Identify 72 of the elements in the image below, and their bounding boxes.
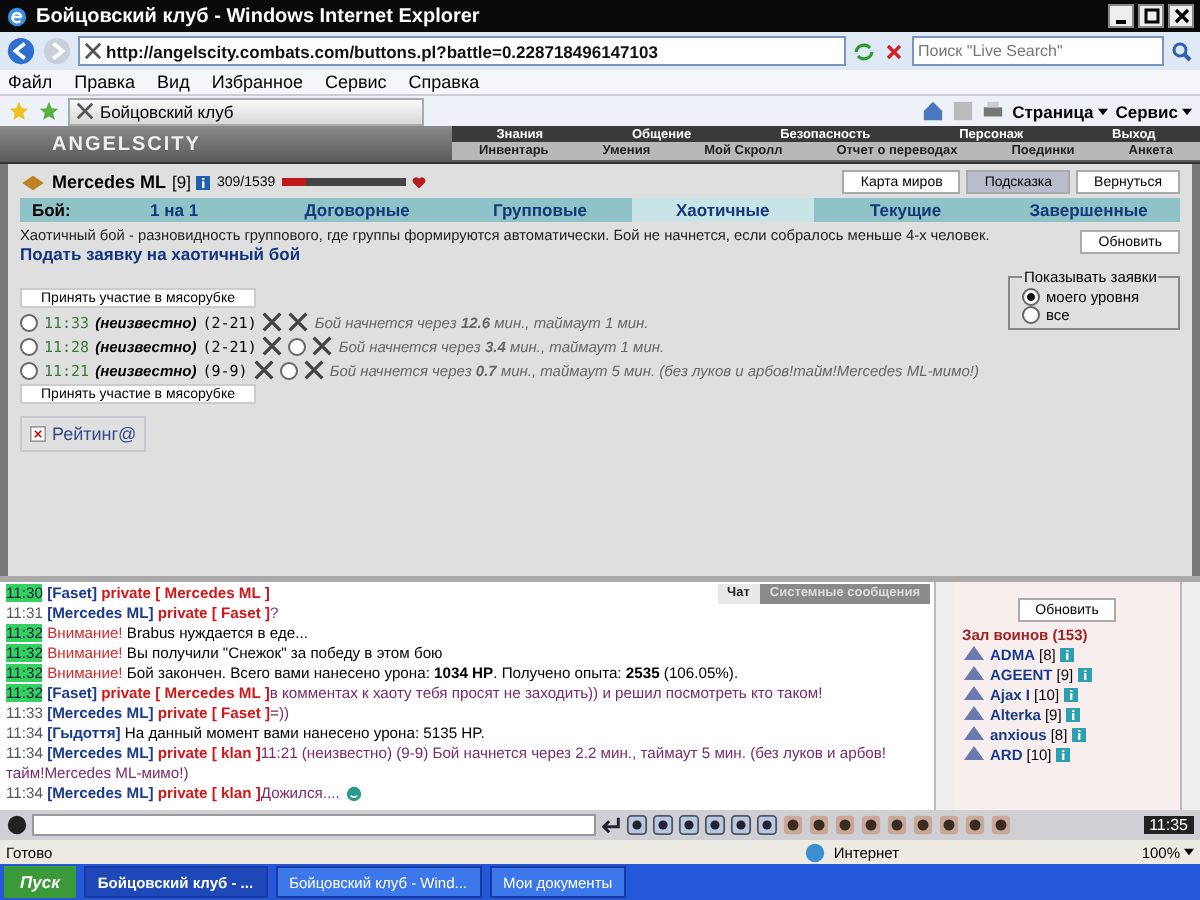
request-radio[interactable] bbox=[20, 313, 38, 331]
caret-icon bbox=[1184, 848, 1194, 856]
maximize-icon bbox=[1143, 8, 1159, 24]
menu-item[interactable]: Правка bbox=[74, 72, 136, 92]
heart-icon bbox=[411, 175, 426, 189]
battle-tab[interactable]: Хаотичные bbox=[631, 198, 815, 222]
menu-item[interactable]: Вид bbox=[157, 72, 190, 92]
hp-bar bbox=[281, 178, 406, 186]
request-link[interactable]: Подать заявку на хаотичный бой bbox=[20, 244, 301, 264]
command-button[interactable]: Сервис bbox=[1115, 101, 1192, 121]
info-icon[interactable] bbox=[196, 175, 211, 189]
search-icon[interactable] bbox=[1170, 39, 1194, 63]
player-name[interactable]: Mercedes ML bbox=[52, 172, 167, 192]
crossed-swords-icon bbox=[288, 312, 309, 332]
back-icon[interactable] bbox=[6, 36, 36, 66]
request-radio[interactable] bbox=[20, 337, 38, 355]
info-icon[interactable] bbox=[1065, 707, 1080, 721]
crossed-swords-icon bbox=[303, 360, 324, 380]
info-icon[interactable] bbox=[1071, 727, 1086, 741]
scrollbar[interactable] bbox=[934, 582, 954, 810]
battle-tab[interactable]: Завершенные bbox=[997, 198, 1180, 222]
site-icon bbox=[76, 102, 94, 120]
crossed-swords-icon bbox=[312, 336, 333, 356]
info-icon[interactable] bbox=[1077, 667, 1092, 681]
battle-tab[interactable]: 1 на 1 bbox=[82, 198, 266, 222]
request-radio[interactable] bbox=[20, 361, 38, 379]
team-radio[interactable] bbox=[288, 337, 307, 355]
game-logo: ANGELSCITY bbox=[50, 132, 203, 160]
crossed-swords-icon bbox=[262, 312, 283, 332]
minimize-button[interactable] bbox=[1108, 4, 1134, 28]
command-button[interactable]: Страница bbox=[1012, 101, 1108, 121]
battle-tab[interactable]: Текущие bbox=[814, 198, 998, 222]
menu-item[interactable]: Избранное bbox=[211, 72, 303, 92]
player-level: [9] bbox=[172, 172, 191, 192]
start-button[interactable]: Пуск bbox=[4, 866, 76, 898]
info-icon[interactable] bbox=[1063, 687, 1078, 701]
menu-item[interactable]: Сервис bbox=[324, 72, 387, 92]
info-icon[interactable] bbox=[1055, 747, 1070, 761]
search-field[interactable]: Поиск "Live Search" bbox=[912, 36, 1164, 66]
crossed-swords-icon bbox=[253, 360, 274, 380]
filter-radio[interactable] bbox=[1022, 288, 1040, 306]
clock-time: 11:35 bbox=[1143, 816, 1194, 834]
scrollbar[interactable] bbox=[1180, 582, 1200, 810]
site-icon bbox=[84, 42, 102, 60]
close-button[interactable] bbox=[1168, 4, 1194, 28]
enter-icon[interactable] bbox=[600, 814, 622, 836]
battle-tab[interactable]: Договорные bbox=[265, 198, 449, 222]
close-icon bbox=[1173, 8, 1189, 24]
stop-icon[interactable] bbox=[882, 39, 906, 63]
menu-item[interactable]: Файл bbox=[8, 72, 53, 92]
refresh-icon[interactable] bbox=[852, 39, 876, 63]
caret-icon bbox=[1182, 107, 1192, 115]
chat-input[interactable] bbox=[32, 814, 596, 836]
info-icon[interactable] bbox=[1059, 647, 1074, 661]
tabs-label: Бой: bbox=[30, 200, 73, 220]
browser-icon bbox=[6, 5, 28, 27]
broken-image-icon bbox=[30, 426, 46, 442]
maximize-button[interactable] bbox=[1138, 4, 1164, 28]
rating-text: Рейтинг@ bbox=[52, 424, 137, 444]
caret-icon bbox=[1097, 107, 1108, 115]
home-icon[interactable] bbox=[922, 100, 945, 122]
favorites-star-icon[interactable] bbox=[8, 100, 30, 122]
window-title: Бойцовский клуб - Windows Internet Explorer bbox=[36, 5, 480, 27]
crossed-swords-icon bbox=[262, 336, 283, 356]
address-field[interactable]: http://angelscity.combats.com/buttons.pl?battle=0.228718496147103 bbox=[78, 36, 846, 66]
printer-icon[interactable] bbox=[982, 100, 1005, 122]
filter-radio[interactable] bbox=[1022, 306, 1040, 324]
menu-item[interactable]: Справка bbox=[408, 72, 480, 92]
rating-badge[interactable]: Рейтинг@ bbox=[20, 416, 147, 452]
battle-tab[interactable]: Групповые bbox=[448, 198, 632, 222]
team-radio[interactable] bbox=[279, 361, 298, 379]
browser-tab[interactable]: Бойцовский клуб bbox=[68, 97, 424, 125]
